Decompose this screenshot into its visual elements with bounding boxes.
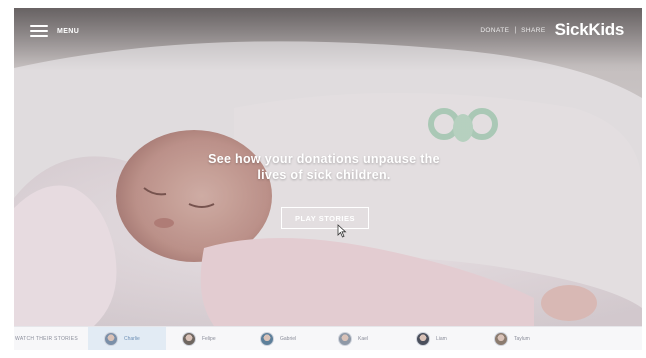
story-item-charlie[interactable]: Charlie: [88, 327, 166, 350]
story-avatar: [182, 332, 196, 346]
story-name: Felipe: [202, 336, 216, 342]
watch-stories-label: WATCH THEIR STORIES: [15, 336, 79, 342]
story-avatar: [416, 332, 430, 346]
sickkids-logo[interactable]: SickKids: [555, 20, 625, 40]
story-list: Charlie Felipe Gabriel Kael Liam Taylum: [88, 327, 556, 350]
story-item-kael[interactable]: Kael: [322, 327, 400, 350]
mouse-cursor-icon: [337, 224, 347, 238]
story-item-felipe[interactable]: Felipe: [166, 327, 244, 350]
headline-line-1: See how your donations unpause the: [208, 152, 440, 166]
header-separator: |: [514, 26, 517, 34]
menu-label: MENU: [57, 27, 80, 35]
headline-line-2: lives of sick children.: [257, 168, 391, 182]
story-name: Taylum: [514, 336, 530, 342]
story-name: Gabriel: [280, 336, 297, 342]
story-avatar: [494, 332, 508, 346]
story-avatar: [338, 332, 352, 346]
story-avatar: [260, 332, 274, 346]
story-item-liam[interactable]: Liam: [400, 327, 478, 350]
hero-video[interactable]: MENU DONATE | SHARE SickKids See how you…: [14, 8, 642, 326]
story-item-taylum[interactable]: Taylum: [478, 327, 556, 350]
story-name: Charlie: [124, 336, 140, 342]
play-stories-button[interactable]: PLAY STORIES: [281, 207, 369, 229]
stories-strip: WATCH THEIR STORIES Charlie Felipe Gabriel…: [14, 326, 642, 350]
story-avatar: [104, 332, 118, 346]
menu-button[interactable]: MENU: [30, 24, 79, 38]
story-name: Kael: [358, 336, 369, 342]
header-actions: DONATE | SHARE SickKids: [480, 20, 624, 40]
hamburger-icon: [30, 24, 48, 38]
story-name: Liam: [436, 336, 447, 342]
hero-headline: See how your donations unpause the lives…: [164, 151, 484, 183]
donate-link[interactable]: DONATE: [480, 27, 509, 34]
story-item-gabriel[interactable]: Gabriel: [244, 327, 322, 350]
share-link[interactable]: SHARE: [521, 27, 545, 34]
video-frame: MENU DONATE | SHARE SickKids See how you…: [14, 8, 642, 350]
